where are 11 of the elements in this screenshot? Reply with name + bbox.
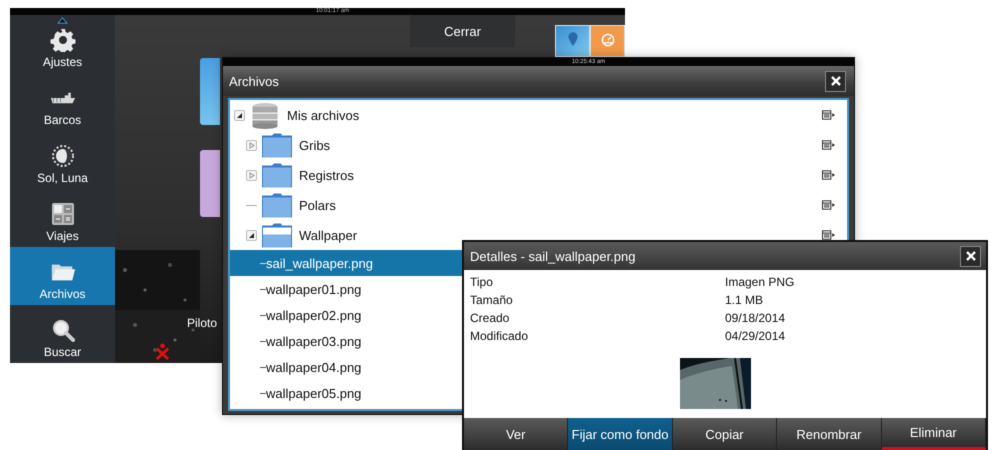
property-label: Tipo (470, 274, 494, 290)
property-label: Modificado (470, 328, 530, 344)
property-value: 1.1 MB (725, 292, 764, 308)
property-value: 09/18/2014 (725, 310, 786, 326)
property-label: Tamaño (470, 292, 514, 308)
property-label: Creado (470, 310, 510, 326)
property-value: 04/29/2014 (725, 328, 786, 344)
dialog-title: Detalles - sail_wallpaper.png (470, 248, 636, 264)
tile-label: Piloto (187, 316, 218, 330)
window-title: Archivos (229, 74, 279, 88)
property-value: Imagen PNG (725, 274, 796, 290)
